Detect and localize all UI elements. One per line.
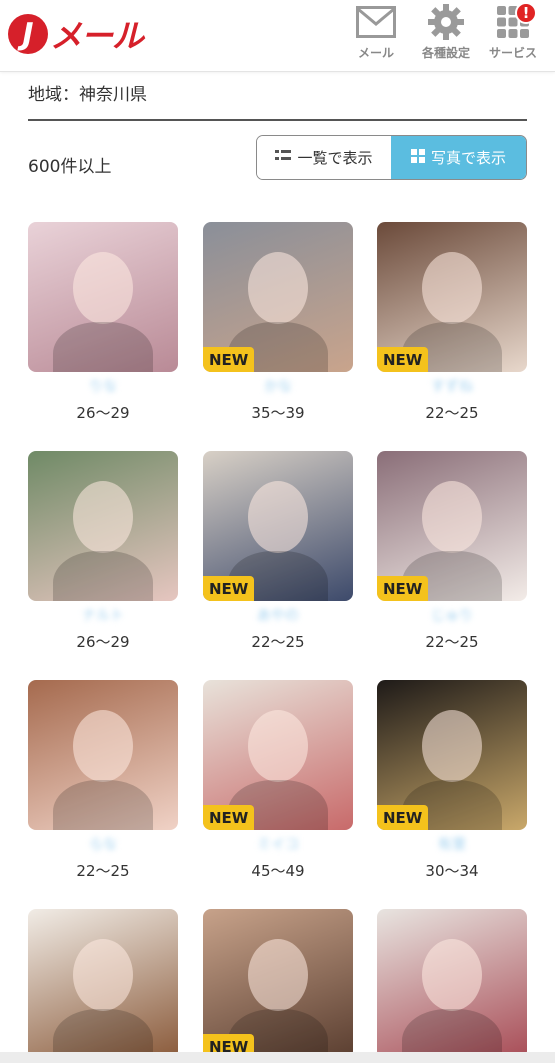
profile-card[interactable]: らな 22〜25: [28, 680, 178, 881]
nav-settings-label: 各種設定: [421, 46, 470, 60]
profile-name[interactable]: ナルト: [28, 605, 178, 625]
profile-photo[interactable]: [28, 222, 178, 372]
profile-photo[interactable]: [28, 680, 178, 830]
profile-card[interactable]: NEW すずね 22〜25: [377, 222, 527, 423]
photo-view-label: 写真で表示: [430, 149, 506, 167]
new-badge: NEW: [377, 805, 429, 830]
profile-age: 26〜29: [76, 404, 130, 422]
profile-card[interactable]: NEW あやの 22〜25: [203, 451, 353, 652]
profile-name[interactable]: かな: [203, 376, 353, 396]
photo-subject: [73, 710, 133, 782]
new-badge: NEW: [203, 805, 255, 830]
list-view-button[interactable]: 一覧で表示: [257, 136, 391, 179]
profile-card[interactable]: NEW じゅり 22〜25: [377, 451, 527, 652]
profile-name[interactable]: 有里: [377, 834, 527, 854]
photo-subject-body: [53, 322, 153, 372]
photo-subject: [248, 710, 308, 782]
photo-subject: [73, 481, 133, 553]
profile-age: 45〜49: [251, 862, 305, 880]
gear-icon: [424, 4, 468, 40]
divider: [28, 119, 527, 121]
new-badge: NEW: [377, 576, 429, 601]
profile-card[interactable]: NEW 有里 30〜34: [377, 680, 527, 881]
region-filter[interactable]: 地域：神奈川県: [28, 80, 147, 105]
tiles-icon: [410, 148, 425, 167]
profile-name[interactable]: りな: [28, 376, 178, 396]
profile-photo[interactable]: [28, 451, 178, 601]
photo-subject: [73, 939, 133, 1011]
profile-photo[interactable]: [28, 909, 178, 1059]
logo-text: メール: [50, 17, 144, 55]
new-badge: NEW: [377, 347, 429, 372]
profile-age: 22〜25: [425, 633, 479, 651]
profile-age: 30〜34: [425, 862, 479, 880]
photo-subject-body: [53, 780, 153, 830]
profile-name[interactable]: らな: [28, 834, 178, 854]
nav-mail[interactable]: メール: [343, 4, 409, 66]
profile-card[interactable]: NEW: [203, 909, 353, 1059]
profile-photo[interactable]: NEW: [377, 680, 527, 830]
profile-card[interactable]: [28, 909, 178, 1059]
nav-settings[interactable]: 各種設定: [413, 4, 479, 66]
photo-subject: [73, 252, 133, 324]
nav-service[interactable]: ! サービス: [480, 2, 546, 66]
profile-age: 22〜25: [76, 862, 130, 880]
photo-subject: [248, 252, 308, 324]
logo-j-mark: J: [8, 14, 48, 54]
notification-badge: !: [515, 2, 537, 24]
profile-photo[interactable]: NEW: [203, 680, 353, 830]
nav-service-label: サービス: [488, 46, 537, 60]
profile-name[interactable]: じゅり: [377, 605, 527, 625]
grid-icon: !: [491, 2, 537, 40]
profile-name[interactable]: すずね: [377, 376, 527, 396]
profile-photo[interactable]: NEW: [377, 451, 527, 601]
profile-age: 26〜29: [76, 633, 130, 651]
app-header: J メール メール 各種設定 ! サービス: [0, 0, 555, 72]
profile-photo[interactable]: [377, 909, 527, 1059]
result-count: 600件以上: [28, 157, 112, 177]
view-toggle: 一覧で表示 写真で表示: [256, 135, 527, 180]
site-logo[interactable]: J メール: [8, 12, 144, 56]
photo-subject: [248, 481, 308, 553]
profile-photo[interactable]: NEW: [203, 909, 353, 1059]
new-badge: NEW: [203, 576, 255, 601]
profile-age: 22〜25: [251, 633, 305, 651]
profile-photo[interactable]: NEW: [203, 451, 353, 601]
list-icon: [275, 149, 292, 167]
profile-card[interactable]: NEW ミイコ 45〜49: [203, 680, 353, 881]
bottom-bar: [0, 1052, 555, 1063]
photo-subject: [422, 481, 482, 553]
profile-photo[interactable]: NEW: [377, 222, 527, 372]
photo-subject-body: [53, 551, 153, 601]
photo-subject: [248, 939, 308, 1011]
profile-card[interactable]: [377, 909, 527, 1059]
nav-mail-label: メール: [357, 46, 394, 60]
profile-name[interactable]: あやの: [203, 605, 353, 625]
profile-card[interactable]: りな 26〜29: [28, 222, 178, 423]
profile-card[interactable]: NEW かな 35〜39: [203, 222, 353, 423]
photo-view-button[interactable]: 写真で表示: [391, 136, 526, 179]
mail-icon: [354, 4, 398, 40]
list-view-label: 一覧で表示: [297, 149, 373, 167]
profile-age: 35〜39: [251, 404, 305, 422]
new-badge: NEW: [203, 347, 255, 372]
profile-name[interactable]: ミイコ: [203, 834, 353, 854]
photo-subject: [422, 710, 482, 782]
photo-subject: [422, 939, 482, 1011]
photo-subject: [422, 252, 482, 324]
profile-age: 22〜25: [425, 404, 479, 422]
profile-photo[interactable]: NEW: [203, 222, 353, 372]
profile-card[interactable]: ナルト 26〜29: [28, 451, 178, 652]
